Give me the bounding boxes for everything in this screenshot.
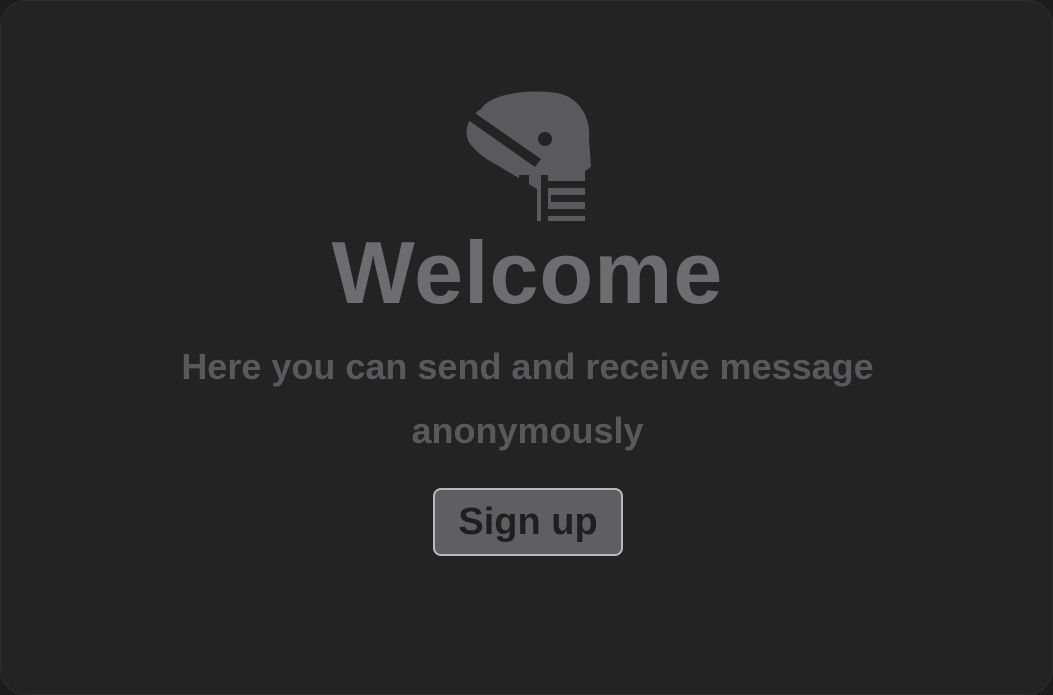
welcome-subtitle: Here you can send and receive message an… bbox=[181, 346, 874, 451]
sign-up-button[interactable]: Sign up bbox=[433, 488, 623, 556]
welcome-screen: Welcome Here you can send and receive me… bbox=[0, 0, 1053, 695]
app-logo-icon bbox=[461, 91, 591, 223]
welcome-title: Welcome bbox=[331, 223, 724, 322]
